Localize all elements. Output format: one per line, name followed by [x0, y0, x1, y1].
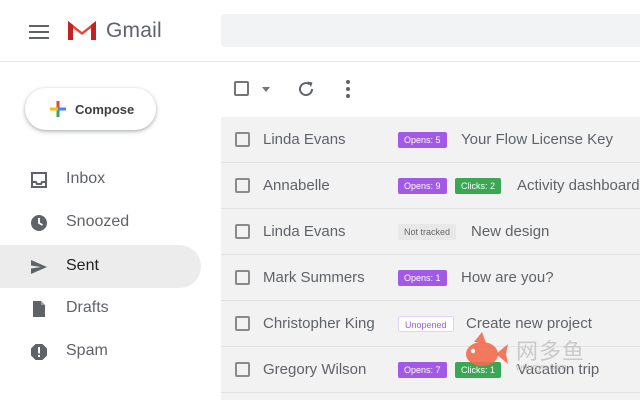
- mail-subject: Vacation trip: [517, 361, 600, 378]
- sidebar-item-inbox[interactable]: Inbox: [0, 158, 201, 201]
- clicks-badge: Clicks: 2: [455, 178, 502, 194]
- sidebar-item-label: Snoozed: [66, 213, 130, 230]
- mail-sender: Mark Summers: [263, 269, 365, 286]
- mail-row[interactable]: Mark Summers Opens: 1 How are you?: [221, 255, 640, 301]
- mail-subject: How are you?: [461, 269, 554, 286]
- sidebar-item-spam[interactable]: Spam: [0, 330, 201, 373]
- sidebar-item-sent[interactable]: Sent: [0, 245, 201, 288]
- opens-badge: Opens: 5: [398, 132, 447, 148]
- select-all-checkbox[interactable]: [234, 81, 249, 96]
- gmail-logo-icon[interactable]: [66, 18, 98, 42]
- mail-subject: Activity dashboard: [517, 177, 640, 194]
- mail-row[interactable]: Christopher King Unopened Create new pro…: [221, 301, 640, 347]
- mail-subject: Your Flow License Key: [461, 131, 614, 148]
- search-bar[interactable]: [221, 14, 640, 47]
- clicks-badge: Clicks: 1: [455, 362, 502, 378]
- draft-icon: [33, 301, 45, 317]
- mail-sender: Annabelle: [263, 177, 330, 194]
- sidebar-item-label: Inbox: [66, 170, 106, 187]
- sidebar-item-snoozed[interactable]: Snoozed: [0, 201, 201, 244]
- more-vert-icon[interactable]: [345, 80, 351, 98]
- row-checkbox[interactable]: [235, 132, 250, 147]
- mail-row[interactable]: Annabelle Opens: 9 Clicks: 2 Activity da…: [221, 163, 640, 209]
- mail-row[interactable]: Linda Evans Opens: 5 Your Flow License K…: [221, 117, 640, 163]
- mail-sender: Linda Evans: [263, 223, 346, 240]
- compose-button[interactable]: Compose: [25, 88, 156, 130]
- compose-label: Compose: [75, 102, 135, 117]
- row-checkbox[interactable]: [235, 178, 250, 193]
- inbox-icon: [31, 172, 47, 188]
- mail-subject: New design: [471, 223, 550, 240]
- mail-row[interactable]: Linda Evans Not tracked New design: [221, 209, 640, 255]
- mail-sender: Gregory Wilson: [263, 361, 367, 378]
- not-tracked-badge: Not tracked: [398, 224, 457, 240]
- sidebar-item-label: Sent: [66, 257, 99, 274]
- spam-icon: [31, 344, 47, 360]
- mail-row[interactable]: Gregory Wilson Opens: 7 Clicks: 1 Vacati…: [221, 347, 640, 393]
- sidebar-item-label: Spam: [66, 342, 108, 359]
- opens-badge: Opens: 7: [398, 362, 447, 378]
- refresh-icon[interactable]: [296, 79, 316, 99]
- caret-down-icon[interactable]: [262, 87, 270, 92]
- send-icon: [31, 260, 47, 274]
- sidebar-item-label: Drafts: [66, 299, 109, 316]
- row-checkbox[interactable]: [235, 224, 250, 239]
- menu-icon[interactable]: [29, 25, 49, 39]
- clock-icon: [31, 215, 47, 231]
- row-checkbox[interactable]: [235, 316, 250, 331]
- mail-sender: Linda Evans: [263, 131, 346, 148]
- app-name: Gmail: [106, 19, 162, 42]
- unopened-badge: Unopened: [398, 316, 454, 332]
- mail-list: Linda Evans Opens: 5 Your Flow License K…: [221, 117, 640, 400]
- mail-subject: Create new project: [466, 315, 592, 332]
- mail-sender: Christopher King: [263, 315, 375, 332]
- opens-badge: Opens: 9: [398, 178, 447, 194]
- plus-icon: [50, 101, 66, 117]
- app-header: Gmail: [0, 0, 640, 62]
- row-checkbox[interactable]: [235, 362, 250, 377]
- opens-badge: Opens: 1: [398, 270, 447, 286]
- sidebar-item-drafts[interactable]: Drafts: [0, 287, 201, 330]
- row-checkbox[interactable]: [235, 270, 250, 285]
